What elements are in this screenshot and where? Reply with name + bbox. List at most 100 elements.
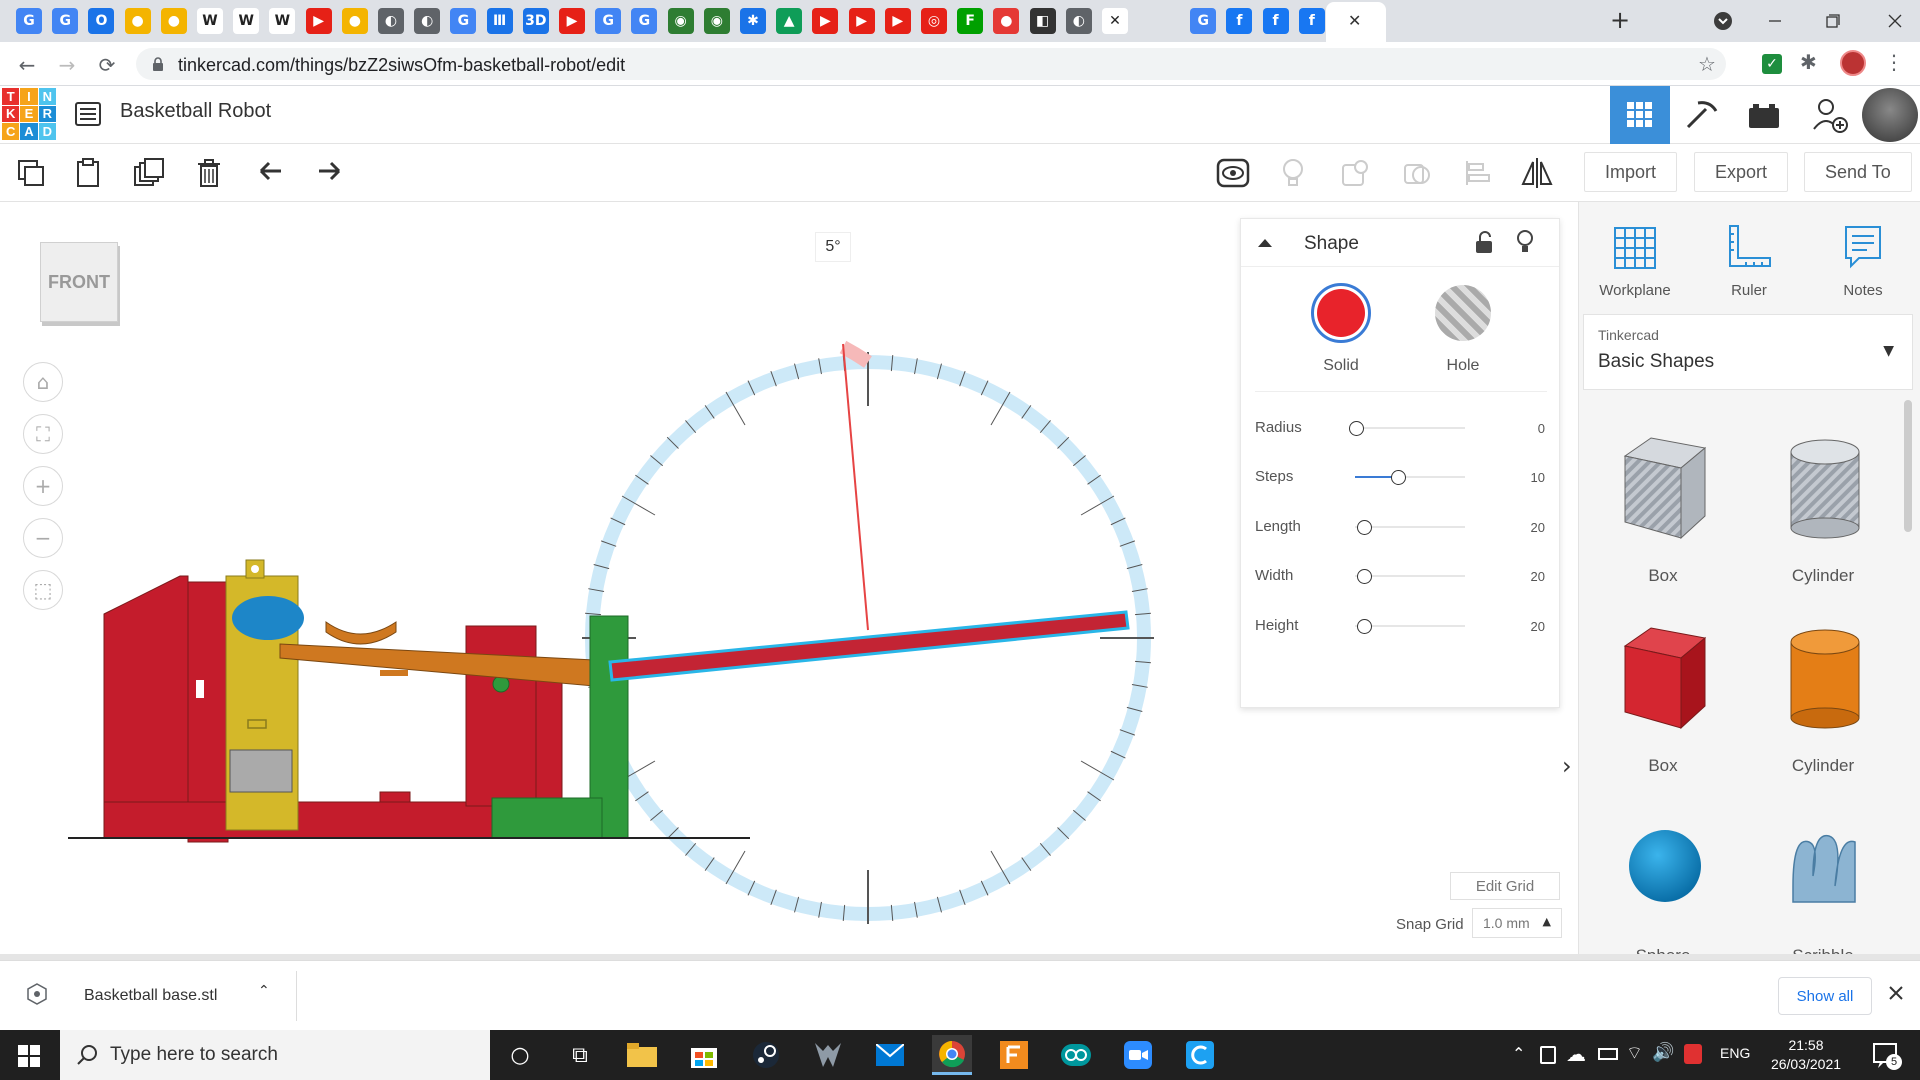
steps-value[interactable]: 10	[1531, 470, 1545, 485]
tab-favicon-34[interactable]: f	[1298, 8, 1325, 34]
lock-shape-icon[interactable]	[1473, 231, 1495, 255]
tab-favicon-24[interactable]: ▶	[884, 8, 911, 34]
ruler-tool[interactable]: Ruler	[1701, 212, 1797, 299]
onedrive-icon[interactable]: ☁	[1566, 1042, 1586, 1066]
scene-canvas[interactable]	[0, 202, 1240, 952]
tab-favicon-10[interactable]: ◐	[378, 8, 404, 34]
show-all-downloads-button[interactable]: Show all	[1778, 977, 1872, 1015]
tab-favicon-0[interactable]: G	[16, 8, 42, 34]
expand-panel-chevron-icon[interactable]: ›	[1562, 752, 1572, 812]
tab-favicon-20[interactable]: ✱	[740, 8, 766, 34]
tab-favicon-3[interactable]: ●	[124, 8, 151, 34]
library-scrollbar[interactable]	[1904, 400, 1912, 532]
shape-category-select[interactable]: Tinkercad Basic Shapes ▼	[1583, 314, 1913, 390]
arm-orange[interactable]	[279, 643, 595, 687]
tray-overflow-icon[interactable]: ⌃	[1512, 1044, 1525, 1063]
base-plate-red[interactable]	[103, 575, 189, 839]
shape-box-red[interactable]: Box	[1593, 616, 1733, 796]
tab-favicon-14[interactable]: 3D	[522, 8, 549, 34]
duplicate-icon[interactable]	[126, 150, 172, 196]
base-bottom[interactable]	[103, 801, 497, 839]
mirror-icon[interactable]	[1514, 150, 1560, 196]
radius-value[interactable]: 0	[1538, 421, 1545, 436]
file-explorer-icon[interactable]	[622, 1035, 662, 1075]
radius-slider[interactable]	[1349, 421, 1364, 436]
edit-grid-button[interactable]: Edit Grid	[1450, 872, 1560, 900]
send-to-button[interactable]: Send To	[1804, 152, 1912, 192]
close-window-icon[interactable]	[1872, 6, 1918, 36]
chrome-icon[interactable]	[932, 1035, 972, 1075]
import-button[interactable]: Import	[1584, 152, 1678, 192]
download-options-chevron-icon[interactable]: ⌃	[258, 983, 270, 999]
windows-start-icon[interactable]	[18, 1045, 40, 1067]
zoom-app-icon[interactable]	[1118, 1035, 1158, 1075]
taskbar-search-box[interactable]: Type here to search	[60, 1030, 490, 1080]
tab-search-icon[interactable]	[1700, 6, 1746, 36]
height-slider[interactable]	[1357, 619, 1372, 634]
tab-favicon-31[interactable]: G	[1190, 8, 1217, 34]
project-title[interactable]: Basketball Robot	[120, 100, 271, 123]
align-icon[interactable]	[1454, 150, 1500, 196]
ungroup-icon[interactable]	[1394, 150, 1440, 196]
download-file-name[interactable]: Basketball base.stl	[84, 987, 217, 1005]
tab-favicon-11[interactable]: ◐	[414, 8, 441, 34]
tab-favicon-32[interactable]: f	[1226, 8, 1253, 34]
show-all-eye-icon[interactable]	[1210, 150, 1256, 196]
omnibox[interactable]: tinkercad.com/things/bzZ2siwsOfm-basketb…	[136, 48, 1726, 80]
foot-green[interactable]	[491, 797, 603, 839]
mail-icon[interactable]	[870, 1035, 910, 1075]
tab-favicon-8[interactable]: ▶	[305, 8, 332, 34]
restore-icon[interactable]	[1810, 6, 1856, 36]
length-value[interactable]: 20	[1531, 520, 1545, 535]
redo-icon[interactable]	[306, 150, 352, 196]
search-placeholder[interactable]: Type here to search	[110, 1044, 278, 1066]
design-list-icon[interactable]	[74, 100, 102, 128]
tab-favicon-7[interactable]: W	[269, 8, 296, 34]
c-app-icon[interactable]	[1180, 1035, 1220, 1075]
minimize-icon[interactable]	[1752, 6, 1798, 36]
tab-favicon-16[interactable]: G	[595, 8, 622, 34]
tab-favicon-19[interactable]: ◉	[703, 8, 730, 34]
tab-favicon-21[interactable]: ▲	[776, 8, 803, 34]
shape-cylinder-orange[interactable]: Cylinder	[1753, 616, 1893, 796]
undo-icon[interactable]	[248, 150, 294, 196]
extensions-puzzle-icon[interactable]: ✱	[1800, 50, 1817, 74]
tab-favicon-5[interactable]: W	[197, 8, 223, 34]
tinkercad-logo[interactable]: TIN KER CAD	[2, 88, 56, 140]
tab-favicon-27[interactable]: ●	[993, 8, 1020, 34]
tab-favicon-25[interactable]: ◎	[921, 8, 947, 34]
blocks-pickaxe-icon[interactable]	[1672, 86, 1732, 144]
ball-cup[interactable]	[325, 621, 397, 645]
active-tab[interactable]: ✕	[1326, 2, 1386, 42]
close-tab-icon[interactable]: ✕	[1348, 11, 1361, 30]
profile-avatar-icon[interactable]	[1840, 50, 1866, 76]
task-view-icon[interactable]: ⧉	[560, 1035, 600, 1075]
delete-icon[interactable]	[186, 150, 232, 196]
radius-track[interactable]	[1355, 427, 1465, 429]
wifi-icon[interactable]: ⌔	[1626, 1042, 1643, 1065]
hide-shape-icon[interactable]	[1515, 229, 1535, 255]
selected-bar[interactable]	[608, 610, 1130, 682]
steam-icon[interactable]	[746, 1035, 786, 1075]
tab-favicon-1[interactable]: G	[52, 8, 79, 34]
tab-favicon-2[interactable]: O	[88, 8, 115, 34]
hole-swatch[interactable]	[1435, 285, 1491, 341]
width-value[interactable]: 20	[1531, 569, 1545, 584]
language-indicator[interactable]: ENG	[1720, 1045, 1750, 1061]
tab-favicon-4[interactable]: ●	[160, 8, 187, 34]
solid-swatch[interactable]	[1311, 283, 1371, 343]
url-text[interactable]: tinkercad.com/things/bzZ2siwsOfm-basketb…	[178, 55, 625, 76]
tab-favicon-6[interactable]: W	[233, 8, 260, 34]
tab-favicon-15[interactable]: ▶	[559, 8, 585, 34]
collapse-inspector-icon[interactable]	[1255, 233, 1275, 253]
copy-icon[interactable]	[8, 150, 54, 196]
gaming-app-icon[interactable]	[808, 1035, 848, 1075]
bookmark-star-icon[interactable]: ☆	[1698, 52, 1716, 76]
reload-icon[interactable]: ⟳	[92, 50, 122, 80]
tab-favicon-33[interactable]: f	[1262, 8, 1289, 34]
workplane-tool[interactable]: Workplane	[1587, 212, 1683, 299]
length-slider[interactable]	[1357, 520, 1372, 535]
tab-favicon-9[interactable]: ●	[341, 8, 368, 34]
height-value[interactable]: 20	[1531, 619, 1545, 634]
bricks-icon[interactable]	[1734, 86, 1794, 144]
